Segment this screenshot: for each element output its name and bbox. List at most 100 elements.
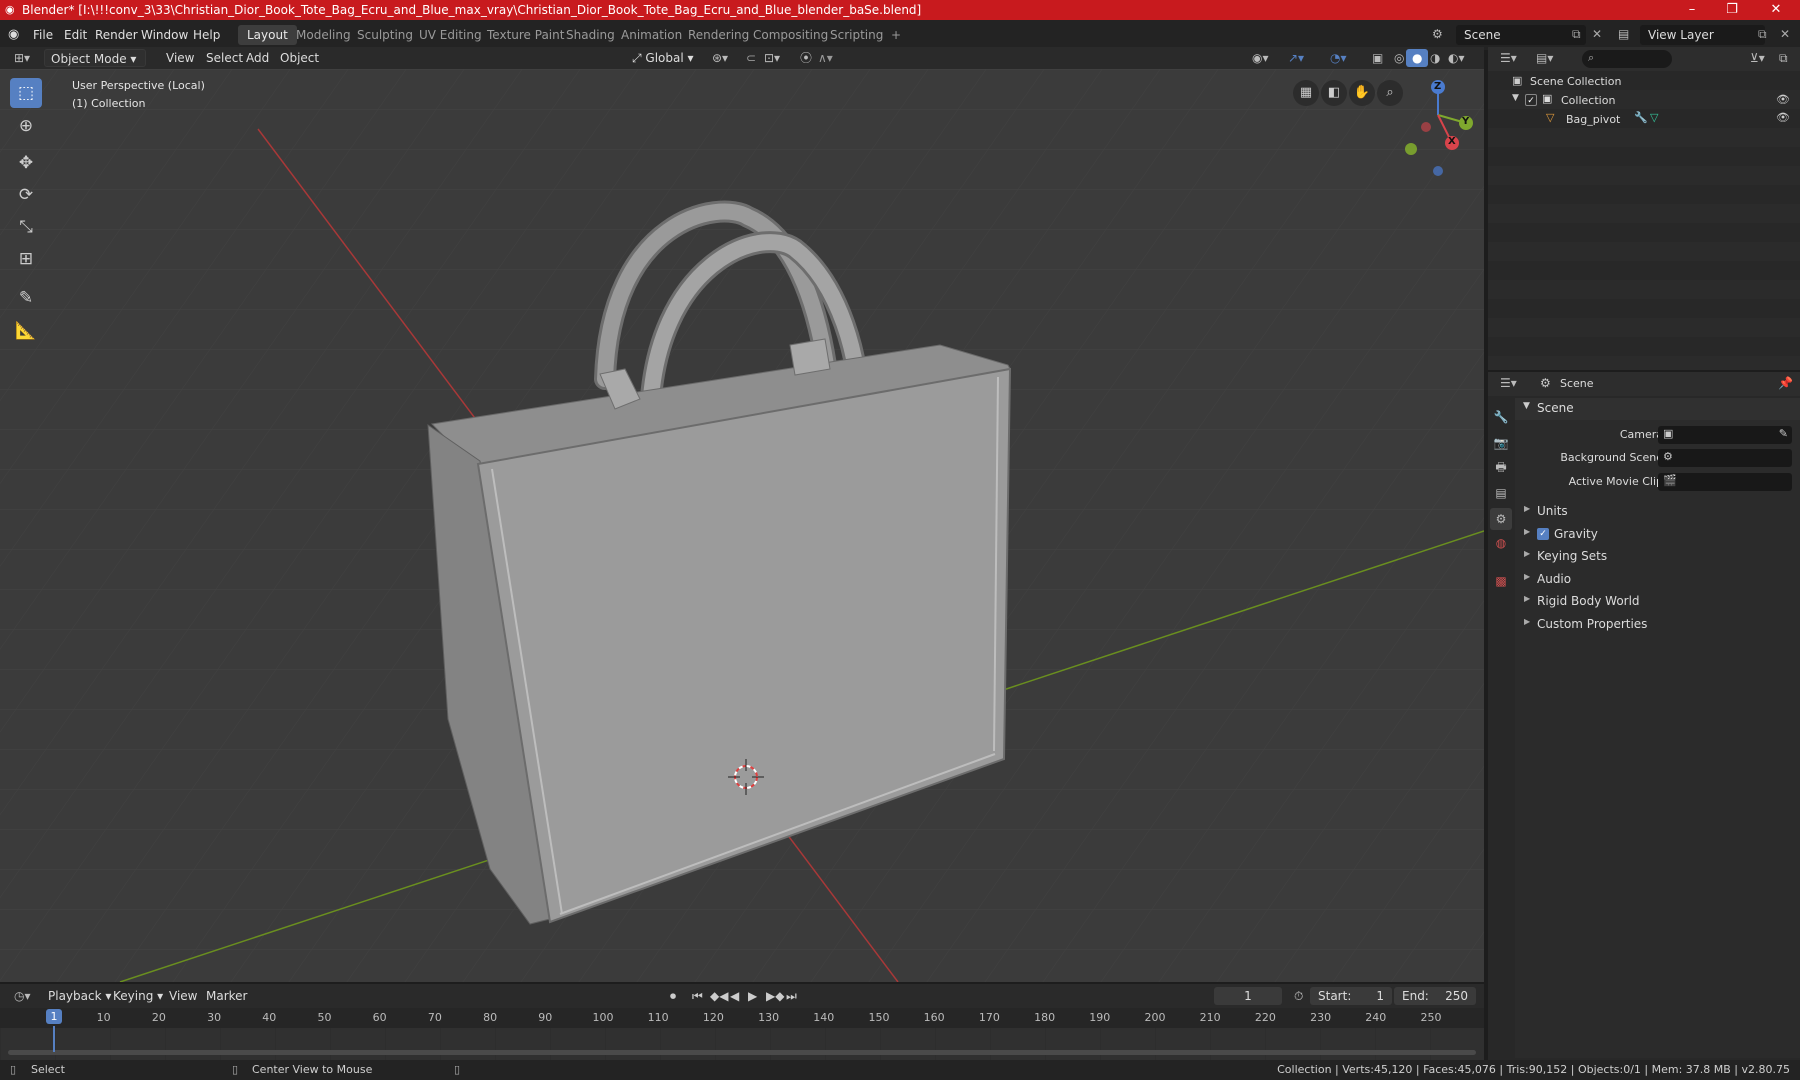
world-tab-icon[interactable]: ◍ [1490,532,1512,554]
select-box-icon[interactable]: ⬚ [10,78,42,108]
falloff-icon[interactable]: ∧▾ [812,49,839,67]
measure-icon[interactable]: 📐 [10,316,42,346]
current-frame-field[interactable]: 1 [1214,987,1282,1005]
view-layer-field[interactable]: View Layer [1640,25,1765,45]
transform-icon[interactable]: ⊞ [10,244,42,274]
view-layer-icon[interactable]: ▤ [1618,27,1629,41]
scene-tab-icon[interactable]: ⚙ [1490,508,1512,530]
filter-icon[interactable]: ⊻▾ [1750,51,1765,65]
timeline-track-area[interactable] [0,1028,1484,1060]
render-tab-icon[interactable]: 📷 [1490,432,1512,454]
object-mode-dropdown[interactable]: Object Mode ▾ [44,49,146,67]
scale-icon[interactable]: ⤡ [10,212,42,242]
frame-tick-10: 10 [96,1011,111,1024]
camera-field[interactable]: ▣ ✎ [1658,426,1792,444]
3d-viewport[interactable]: Z Y X User Perspective (Local) (1) Colle… [0,69,1484,982]
gizmo-z-label[interactable]: Z [1434,81,1441,92]
properties-header-title: Scene [1560,377,1594,390]
view-layer-tab-icon[interactable]: ▤ [1490,482,1512,504]
cursor-icon[interactable]: ⊕ [10,111,42,141]
menu-object[interactable]: Object [274,49,325,67]
background-scene-field[interactable]: ⚙ [1658,449,1792,467]
menu-help[interactable]: Help [186,26,227,44]
rigid-body-world-section[interactable]: ▶ Rigid Body World [1515,591,1800,611]
collection-label[interactable]: Collection [1561,94,1615,107]
end-frame-field[interactable]: End: 250 [1394,987,1476,1005]
frame-tick-70: 70 [427,1011,442,1024]
visibility-icon[interactable]: ◉▾ [1246,49,1275,67]
jump-end-icon[interactable]: ⏭ [780,987,803,1005]
keying-menu[interactable]: Keying ▾ [107,987,169,1005]
display-mode-icon[interactable]: ▤▾ [1536,51,1553,65]
object-label[interactable]: Bag_pivot [1566,113,1620,126]
scene-selector-icon[interactable]: ⚙ [1432,27,1443,41]
start-frame-field[interactable]: Start: 1 [1310,987,1392,1005]
menu-file[interactable]: File [26,26,60,44]
record-icon[interactable]: ⏺ [664,987,682,1005]
frame-tick-80: 80 [483,1011,498,1024]
scene-panel-header[interactable]: ▼ Scene [1515,398,1800,420]
overlays-icon[interactable]: ◔▾ [1324,49,1353,67]
annotate-icon[interactable]: ✎ [10,283,42,313]
new-collection-icon[interactable]: ⧉ [1779,51,1788,66]
output-tab-icon[interactable]: 🖶 [1490,456,1512,478]
gizmo-toggle-icon[interactable]: ↗▾ [1282,49,1310,67]
units-section[interactable]: ▶ Units [1515,501,1800,521]
remove-view-layer-icon[interactable]: ✕ [1780,27,1790,41]
rotate-icon[interactable]: ⟳ [10,180,42,210]
menu-add[interactable]: Add [240,49,275,67]
custom-properties-section[interactable]: ▶ Custom Properties [1515,614,1800,634]
playhead-line[interactable] [53,1026,55,1052]
custom-properties-expand-icon: ▶ [1524,617,1531,626]
move-icon[interactable]: ✥ [10,148,42,178]
remove-scene-icon[interactable]: ✕ [1592,27,1602,41]
gravity-checkbox[interactable]: ✓ [1537,528,1549,540]
timeline-view-menu[interactable]: View [163,987,203,1005]
pivot-point-icon[interactable]: ⊛▾ [706,49,734,67]
stopwatch-icon[interactable]: ⏱ [1288,987,1309,1005]
zoom-icon[interactable]: ⌕ [1377,80,1403,106]
camera-view-icon[interactable]: ◧ [1321,80,1347,106]
timeline-scrollbar[interactable] [8,1050,1476,1055]
add-workspace-button[interactable]: + [882,25,910,45]
scene-name-field[interactable]: Scene [1456,25,1586,45]
blender-menu-icon[interactable]: ◉ [8,27,19,42]
pan-hand-icon[interactable]: ✋ [1349,80,1375,106]
orientation-dropdown[interactable]: ⤢ Global ▾ [626,49,700,67]
frame-tick-200: 200 [1144,1011,1166,1024]
maximize-button[interactable]: ❐ [1712,0,1752,20]
scene-collection-label[interactable]: Scene Collection [1530,75,1621,88]
minimize-button[interactable]: – [1672,0,1712,20]
menu-view[interactable]: View [160,49,200,67]
keying-sets-section[interactable]: ▶ Keying Sets [1515,546,1800,566]
texture-tab-icon[interactable]: ▩ [1490,570,1512,592]
properties-editor-icon[interactable]: ☰▾ [1500,376,1517,390]
new-scene-icon[interactable]: ⧉ [1572,27,1581,42]
window-title: Blender* [I:\!!!conv_3\33\Christian_Dior… [22,3,922,17]
collection-checkbox[interactable]: ✓ [1525,94,1537,106]
snap-target-icon[interactable]: ⊡▾ [758,49,786,67]
collection-expand-icon[interactable]: ▼ [1512,93,1519,103]
outliner-editor-icon[interactable]: ☰▾ [1500,51,1517,65]
grid-view-icon[interactable]: ▦ [1293,80,1319,106]
outliner-search-input[interactable]: ⌕ [1582,50,1672,68]
collection-visibility-eye-icon[interactable]: 👁 [1776,93,1790,106]
object-visibility-eye-icon[interactable]: 👁 [1776,111,1790,124]
gizmo-y-label[interactable]: Y [1462,116,1469,127]
end-value: 250 [1445,989,1468,1003]
pin-icon[interactable]: 📌 [1778,376,1793,390]
active-movie-clip-field[interactable]: 🎬 [1658,473,1792,491]
tool-settings-tab-icon[interactable]: 🔧 [1490,406,1512,428]
new-view-layer-icon[interactable]: ⧉ [1758,27,1767,42]
gravity-section[interactable]: ▶ ✓ Gravity [1515,524,1800,544]
editor-type-icon[interactable]: ⊞▾ [8,49,36,67]
background-scene-label: Background Scene [1560,451,1663,464]
xray-icon[interactable]: ▣ [1366,49,1389,67]
audio-section[interactable]: ▶ Audio [1515,569,1800,589]
marker-menu[interactable]: Marker [200,987,253,1005]
rendered-shading-icon[interactable]: ◐▾ [1442,49,1471,67]
close-button[interactable]: ✕ [1756,0,1796,20]
gizmo-x-label[interactable]: X [1448,136,1456,147]
eyedropper-icon[interactable]: ✎ [1779,427,1788,440]
timeline-editor-icon[interactable]: ◷▾ [8,987,37,1005]
